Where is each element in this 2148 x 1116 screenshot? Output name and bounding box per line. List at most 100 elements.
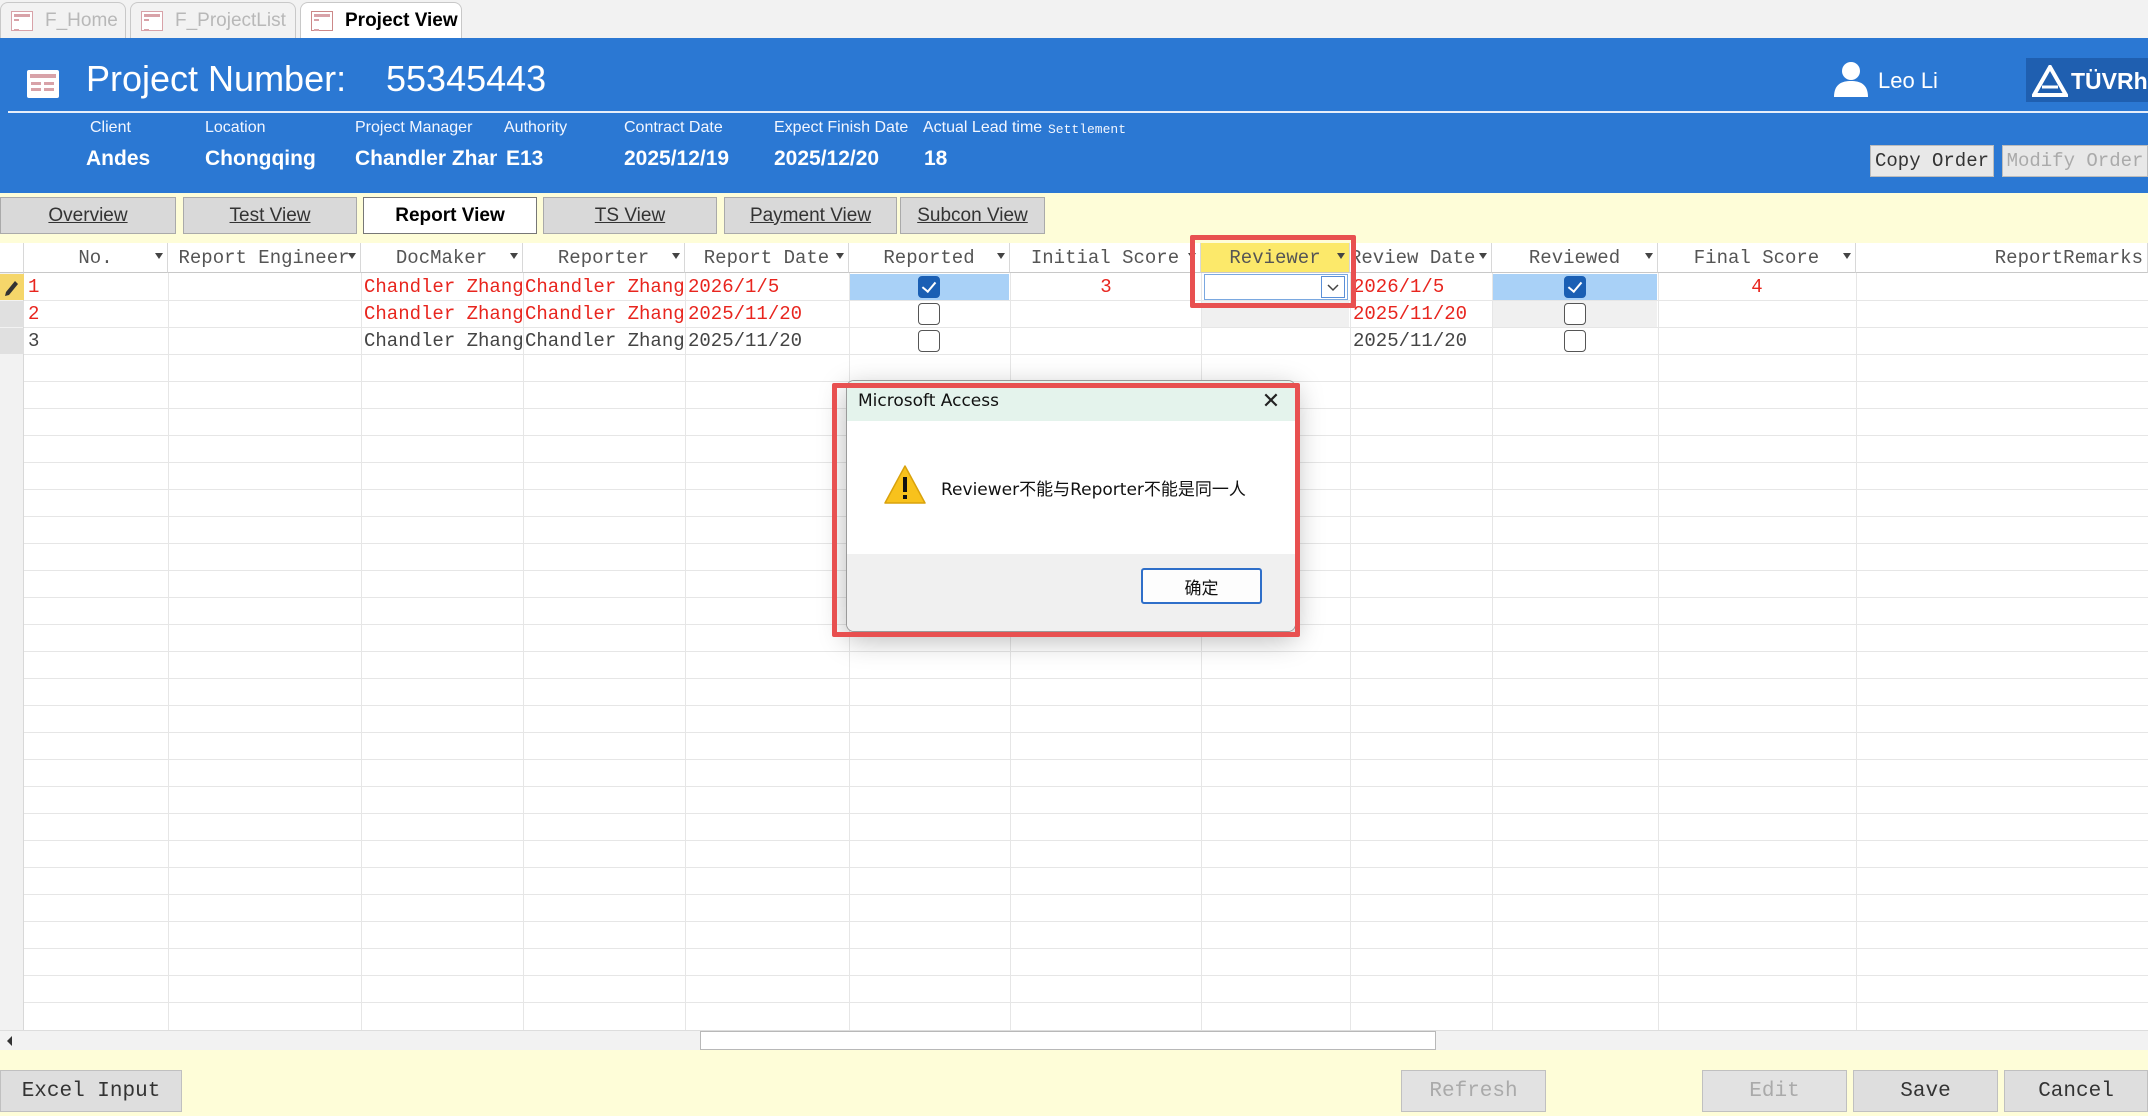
save-button[interactable]: Save [1853,1070,1998,1112]
dropdown-arrow-icon[interactable] [155,253,163,259]
tab-ts-view[interactable]: TS View [543,197,717,234]
column-header-report-remarks[interactable]: ReportRemarks [1856,243,2148,273]
cell-report-date[interactable]: 2026/1/5 [688,274,846,300]
cell-review-date[interactable]: 2025/11/20 [1353,301,1489,327]
cell-reporter[interactable]: Chandler Zhang [525,274,683,300]
cell-final-score[interactable] [1662,328,1852,354]
user-name: Leo Li [1878,68,1938,93]
record-selector[interactable] [0,301,24,327]
column-header-label: Reviewed [1528,246,1621,269]
refresh-button[interactable]: Refresh [1401,1070,1546,1112]
grid-line [24,948,2148,949]
cell-report-engineer[interactable] [172,301,358,327]
dropdown-arrow-icon[interactable] [672,253,680,259]
column-header-label: Review Date [1350,246,1476,269]
cell-initial-score[interactable] [1014,301,1198,327]
reviewed-checkbox[interactable] [1564,303,1586,325]
cell-no[interactable]: 3 [28,328,164,354]
record-selector-column [0,273,24,1030]
cell-report-engineer[interactable] [172,274,358,300]
cell-report-engineer[interactable] [172,328,358,354]
scrollbar-thumb[interactable] [700,1031,1436,1050]
cell-reporter[interactable]: Chandler Zhang [525,301,683,327]
cell-review-date[interactable]: 2025/11/20 [1353,328,1489,354]
triangle-logo-icon [2032,65,2068,97]
column-header-no[interactable]: No. [24,243,168,273]
column-header-reporter[interactable]: Reporter [523,243,685,273]
column-header-docmaker[interactable]: DocMaker [361,243,523,273]
cell-no[interactable]: 1 [28,274,164,300]
edit-button[interactable]: Edit [1702,1070,1847,1112]
cell-final-score[interactable]: 4 [1662,274,1852,300]
section-tab-bar: Overview Test View Report View TS View P… [0,193,2148,243]
column-header-report-date[interactable]: Report Date [685,243,849,273]
cell-initial-score[interactable] [1014,328,1198,354]
doc-tab-project-view[interactable]: Project View [300,2,462,39]
doc-tab-f-home[interactable]: F_Home [0,2,126,38]
cell-reporter[interactable]: Chandler Zhang [525,328,683,354]
cell-docmaker[interactable]: Chandler Zhang [364,328,522,354]
select-all-corner[interactable] [0,243,24,273]
column-header-final-score[interactable]: Final Score [1658,243,1856,273]
excel-input-button[interactable]: Excel Input [0,1070,182,1112]
location-value: Chongqing [205,147,316,170]
cell-report-date[interactable]: 2025/11/20 [688,301,846,327]
record-selector-current[interactable] [0,274,24,300]
settlement-label: Settlement [1048,122,1127,137]
horizontal-scrollbar[interactable] [0,1030,2148,1051]
cell-report-date[interactable]: 2025/11/20 [688,328,846,354]
reported-checkbox[interactable] [918,276,940,298]
copy-order-button[interactable]: Copy Order [1870,145,1994,177]
reported-checkbox[interactable] [918,303,940,325]
form-icon [311,11,333,31]
column-header-report-engineer[interactable]: Report Engineer [168,243,361,273]
cell-no[interactable]: 2 [28,301,164,327]
cell-initial-score[interactable]: 3 [1014,274,1198,300]
cell-final-score[interactable] [1662,301,1852,327]
tab-test-view[interactable]: Test View [183,197,357,234]
tab-subcon-view[interactable]: Subcon View [900,197,1045,234]
cell-docmaker[interactable]: Chandler Zhang [364,274,522,300]
column-header-initial-score[interactable]: Initial Score [1010,243,1201,273]
dropdown-arrow-icon[interactable] [997,253,1005,259]
dropdown-arrow-icon[interactable] [1843,253,1851,259]
reviewed-checkbox[interactable] [1564,330,1586,352]
authority-value: E13 [506,147,544,170]
dropdown-arrow-icon[interactable] [1645,253,1653,259]
column-header-reviewed[interactable]: Reviewed [1492,243,1658,273]
cell-review-date[interactable]: 2026/1/5 [1353,274,1489,300]
cell-report-remarks[interactable] [1860,274,2140,300]
dropdown-arrow-icon[interactable] [1479,253,1487,259]
dropdown-arrow-icon[interactable] [836,253,844,259]
scroll-left-arrow-icon[interactable] [4,1035,16,1047]
doc-tab-label: F_Home [45,9,118,31]
reported-checkbox[interactable] [918,330,940,352]
cell-report-remarks[interactable] [1860,328,2140,354]
reviewed-checkbox[interactable] [1564,276,1586,298]
grid-line [24,759,2148,760]
grid-line [24,354,2148,355]
cell-reviewer[interactable] [1206,328,1346,354]
tab-payment-view[interactable]: Payment View [724,197,897,234]
expect-finish-date-value: 2025/12/20 [774,147,880,170]
cancel-button[interactable]: Cancel [2004,1070,2148,1112]
project-manager-label: Project Manager [355,119,473,136]
doc-tab-f-projectlist[interactable]: F_ProjectList [130,2,296,38]
form-icon [141,10,163,31]
cell-docmaker[interactable]: Chandler Zhang [364,301,522,327]
cell-report-remarks[interactable] [1860,301,2140,327]
column-header-label: No. [78,246,113,269]
tab-report-view[interactable]: Report View [363,197,537,234]
contract-date-label: Contract Date [624,119,723,136]
document-tab-bar: F_Home F_ProjectList Project View [0,0,2148,39]
modify-order-button[interactable]: Modify Order [2002,145,2148,177]
client-value: Andes [86,147,151,170]
user-icon [1834,62,1868,97]
dropdown-arrow-icon[interactable] [510,253,518,259]
tab-overview[interactable]: Overview [0,197,176,234]
column-header-reported[interactable]: Reported [849,243,1010,273]
record-selector[interactable] [0,328,24,354]
contract-date-value: 2025/12/19 [624,147,730,170]
column-header-review-date[interactable]: Review Date [1350,243,1492,273]
dropdown-arrow-icon[interactable] [348,253,356,259]
